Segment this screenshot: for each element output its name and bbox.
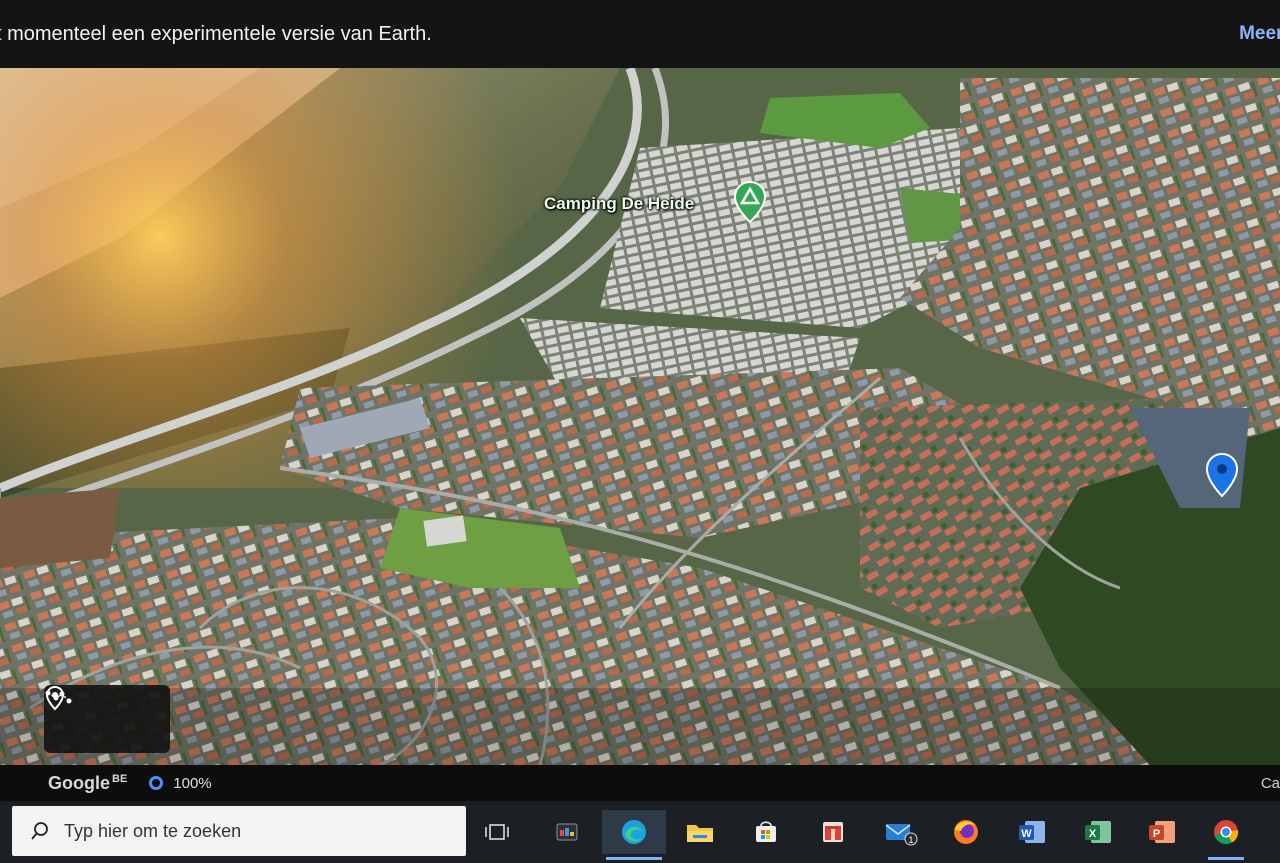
taskbar-search-box[interactable]: Typ hier om te zoeken xyxy=(12,806,466,856)
campground-marker-icon[interactable] xyxy=(733,180,767,224)
powerpoint-letter: P xyxy=(1153,828,1160,840)
powerpoint-icon[interactable]: P xyxy=(1140,810,1184,854)
excel-letter: X xyxy=(1089,828,1097,840)
learn-more-link[interactable]: Meer i xyxy=(1239,23,1280,45)
campsite-label[interactable]: Camping De Heide xyxy=(544,194,694,214)
search-placeholder: Typ hier om te zoeken xyxy=(64,820,242,841)
edge-icon[interactable] xyxy=(602,810,666,860)
path-measure-icon[interactable] xyxy=(45,690,157,737)
status-right-label[interactable]: Ca xyxy=(1261,775,1280,792)
gift-icon[interactable] xyxy=(811,810,855,854)
windows-taskbar: Typ hier om te zoeken 1 W X P xyxy=(0,801,1280,863)
task-view-icon[interactable] xyxy=(475,810,519,854)
region-code: BE xyxy=(112,772,128,785)
store-icon[interactable] xyxy=(744,810,788,854)
file-explorer-icon[interactable] xyxy=(678,810,722,854)
earth-status-bar: Google BE 100% Ca xyxy=(0,765,1280,801)
active-app-indicator xyxy=(606,857,662,860)
google-brand-text: Google xyxy=(48,772,110,793)
search-icon xyxy=(31,822,48,840)
loading-ring-icon xyxy=(149,776,164,790)
excel-icon[interactable]: X xyxy=(1076,810,1120,854)
chrome-running-indicator xyxy=(1208,857,1244,860)
start-app-icon[interactable] xyxy=(545,810,589,854)
load-percent: 100% xyxy=(173,774,212,792)
earth-3d-view[interactable]: Camping De Heide xyxy=(0,68,1280,765)
experimental-version-banner: t momenteel een experimentele versie van… xyxy=(0,0,1280,68)
aerial-imagery xyxy=(0,68,1280,765)
location-pin-icon[interactable] xyxy=(1205,452,1239,498)
banner-message: t momenteel een experimentele versie van… xyxy=(0,22,432,45)
mail-badge-count: 1 xyxy=(908,835,913,845)
firefox-icon[interactable] xyxy=(944,810,988,854)
mail-icon[interactable]: 1 xyxy=(879,810,923,854)
map-tools-panel xyxy=(44,685,170,753)
chrome-icon[interactable] xyxy=(1204,810,1248,860)
word-icon[interactable]: W xyxy=(1010,810,1054,854)
google-logo: Google BE xyxy=(48,773,127,794)
word-letter: W xyxy=(1021,828,1032,840)
